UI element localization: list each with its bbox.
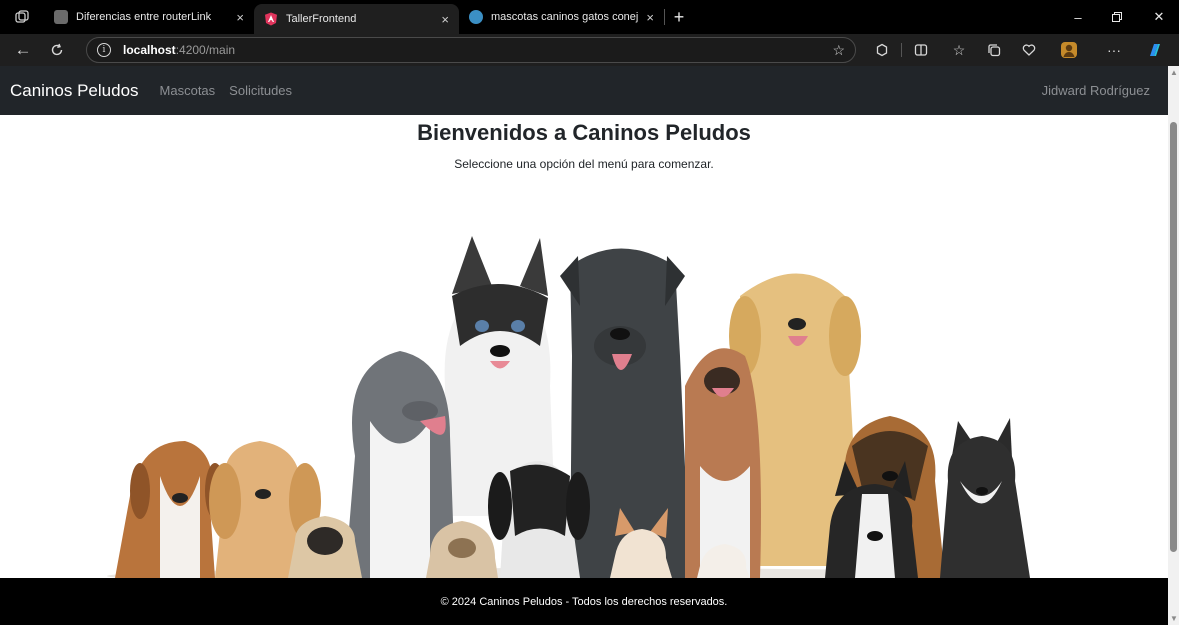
boxer-dog: [685, 348, 761, 578]
browser-health-icon[interactable]: [1014, 34, 1044, 66]
url-path: :4200/main: [175, 43, 236, 57]
arrow-left-icon[interactable]: ←: [6, 34, 40, 66]
nav-link-solicitudes[interactable]: Solicitudes: [229, 83, 292, 98]
tab-title: TallerFrontend: [286, 13, 357, 25]
more-options-icon[interactable]: ···: [1099, 34, 1129, 66]
angular-logo-icon: [264, 12, 278, 26]
info-icon[interactable]: i: [97, 43, 111, 57]
url-field[interactable]: i localhost :4200/main ☆: [86, 37, 856, 63]
browser-tab-strip: Diferencias entre routerLink × TallerFro…: [0, 0, 1179, 34]
collections-icon[interactable]: [979, 34, 1009, 66]
scrollbar-thumb[interactable]: [1170, 122, 1177, 552]
star-icon[interactable]: ☆: [832, 42, 845, 59]
english-cocker-dog: [488, 461, 590, 578]
minimize-icon[interactable]: –: [1058, 0, 1098, 34]
new-tab-button[interactable]: +: [665, 0, 693, 34]
footer-copyright: © 2024 Caninos Peludos - Todos los derec…: [440, 595, 728, 608]
copilot-icon[interactable]: [1140, 34, 1170, 66]
favorites-icon[interactable]: ☆: [944, 34, 974, 66]
dogs-group-image: [100, 236, 1034, 584]
split-screen-icon[interactable]: [906, 34, 936, 66]
site-navbar: Caninos Peludos Mascotas Solicitudes Jid…: [0, 66, 1168, 115]
scroll-down-arrow-icon[interactable]: ▼: [1170, 614, 1178, 623]
restore-icon[interactable]: [1097, 0, 1137, 34]
page-favicon-icon: [54, 10, 68, 24]
browser-tab-routerlink[interactable]: Diferencias entre routerLink ×: [44, 0, 254, 34]
toolbar-divider: [901, 43, 902, 57]
page-title: Bienvenidos a Caninos Peludos: [417, 120, 751, 145]
browser-tab-mascotas[interactable]: mascotas caninos gatos conejos ×: [459, 0, 664, 34]
site-brand[interactable]: Caninos Peludos: [10, 81, 139, 101]
browser-tab-tallerfrontend[interactable]: TallerFrontend ×: [254, 4, 459, 34]
tab-close-icon[interactable]: ×: [433, 12, 449, 27]
beagle-dog: [115, 441, 225, 578]
user-name[interactable]: Jidward Rodríguez: [1042, 83, 1150, 98]
page-subtitle: Seleccione una opción del menú para come…: [454, 157, 714, 171]
tab-title: mascotas caninos gatos conejos: [491, 11, 639, 23]
browser-essentials-icon[interactable]: [867, 34, 897, 66]
site-footer: © 2024 Caninos Peludos - Todos los derec…: [0, 578, 1168, 625]
globe-favicon-icon: [469, 10, 483, 24]
profile-avatar[interactable]: [1054, 34, 1084, 66]
tab-title: Diferencias entre routerLink: [76, 11, 212, 23]
url-host: localhost: [123, 43, 176, 57]
shiba-inu-dog: [940, 418, 1030, 578]
page-scrollbar[interactable]: ▲ ▼: [1168, 66, 1179, 625]
tab-close-icon[interactable]: ×: [638, 10, 654, 25]
page-viewport: Caninos Peludos Mascotas Solicitudes Jid…: [0, 66, 1168, 625]
refresh-icon[interactable]: [40, 34, 74, 66]
tab-actions-icon[interactable]: [0, 0, 44, 34]
close-window-icon[interactable]: ✕: [1139, 0, 1179, 34]
nav-link-mascotas[interactable]: Mascotas: [160, 83, 216, 98]
scroll-up-arrow-icon[interactable]: ▲: [1170, 68, 1178, 77]
tab-close-icon[interactable]: ×: [228, 10, 244, 25]
